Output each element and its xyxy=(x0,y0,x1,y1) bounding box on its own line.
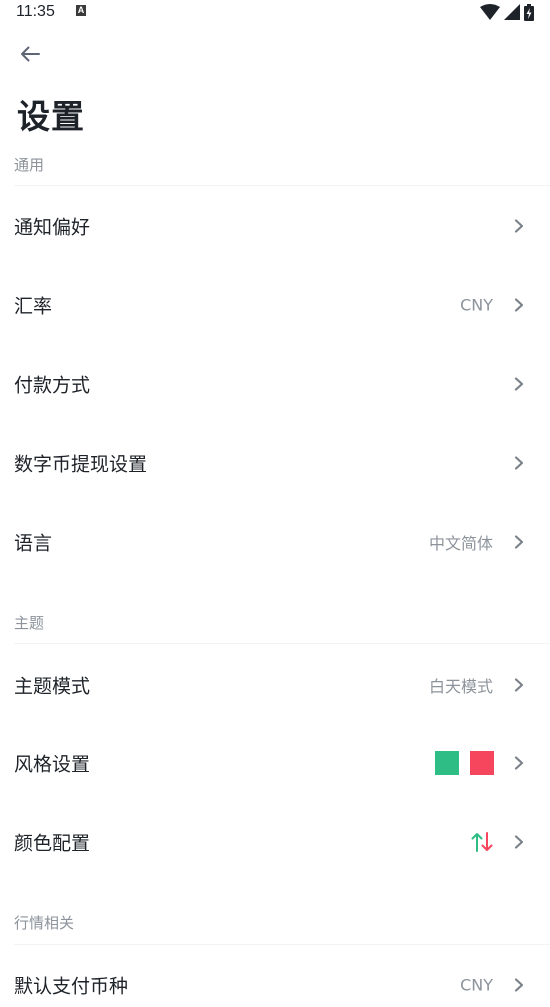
row-label: 颜色配置 xyxy=(14,832,91,855)
row-label: 默认支付币种 xyxy=(14,975,129,998)
row-label: 付款方式 xyxy=(14,374,91,397)
settings-row-language[interactable]: 语言 中文简体 xyxy=(0,520,550,564)
notification-icon: A xyxy=(76,5,86,16)
wifi-icon xyxy=(480,4,500,20)
down-color-swatch xyxy=(470,751,494,775)
chevron-right-icon xyxy=(514,456,524,470)
status-icons xyxy=(480,3,534,21)
back-button[interactable] xyxy=(14,40,46,68)
section-header-market: 行情相关 xyxy=(14,914,75,932)
signal-icon xyxy=(504,4,520,20)
settings-row-theme-mode[interactable]: 主题模式 白天模式 xyxy=(0,663,550,707)
row-value: CNY xyxy=(460,975,493,995)
row-value: CNY xyxy=(460,295,493,315)
chevron-right-icon xyxy=(514,678,524,692)
settings-row-style-settings[interactable]: 风格设置 xyxy=(0,741,550,785)
battery-charging-icon xyxy=(524,3,534,21)
chevron-right-icon xyxy=(514,978,524,992)
divider xyxy=(14,185,550,186)
row-value: 白天模式 xyxy=(428,677,493,696)
settings-row-notification-preferences[interactable]: 通知偏好 xyxy=(0,204,550,248)
row-label: 数字币提现设置 xyxy=(14,453,148,476)
chevron-right-icon xyxy=(514,756,524,770)
chevron-right-icon xyxy=(514,535,524,549)
arrow-left-icon xyxy=(21,46,40,62)
chevron-right-icon xyxy=(514,298,524,312)
settings-row-crypto-withdrawal[interactable]: 数字币提现设置 xyxy=(0,441,550,485)
page-title: 设置 xyxy=(17,97,85,136)
chevron-right-icon xyxy=(514,835,524,849)
chevron-right-icon xyxy=(514,377,524,391)
row-label: 通知偏好 xyxy=(14,216,91,239)
up-color-swatch xyxy=(435,751,459,775)
settings-row-exchange-rate[interactable]: 汇率 CNY xyxy=(0,283,550,327)
settings-row-color-config[interactable]: 颜色配置 xyxy=(0,820,550,864)
row-label: 主题模式 xyxy=(14,675,91,698)
section-header-general: 通用 xyxy=(14,156,45,174)
divider xyxy=(14,643,550,644)
arrow-up-down-icon xyxy=(471,832,493,852)
status-bar: 11:35 A xyxy=(0,0,550,26)
status-time: 11:35 xyxy=(16,3,55,20)
row-value: 中文简体 xyxy=(428,534,493,553)
row-label: 语言 xyxy=(14,532,53,555)
settings-row-default-currency[interactable]: 默认支付币种 CNY xyxy=(0,963,550,1007)
section-header-theme: 主题 xyxy=(14,614,45,632)
settings-row-payment-methods[interactable]: 付款方式 xyxy=(0,362,550,406)
chevron-right-icon xyxy=(514,219,524,233)
row-label: 汇率 xyxy=(14,295,53,318)
row-label: 风格设置 xyxy=(14,753,91,776)
divider xyxy=(14,944,550,945)
